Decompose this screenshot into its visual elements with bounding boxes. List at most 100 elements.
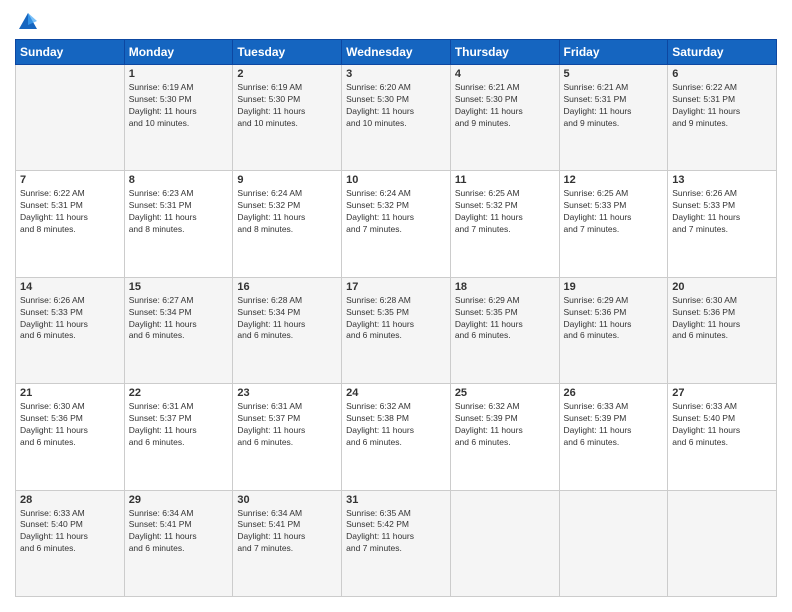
day-number: 9 bbox=[237, 174, 337, 186]
day-cell: 28Sunrise: 6:33 AM Sunset: 5:40 PM Dayli… bbox=[16, 490, 125, 596]
day-number: 18 bbox=[455, 281, 555, 293]
day-number: 21 bbox=[20, 387, 120, 399]
day-info: Sunrise: 6:22 AM Sunset: 5:31 PM Dayligh… bbox=[20, 188, 120, 236]
day-cell: 8 Sunrise: 6:23 AM Sunset: 5:31 PM Daylig… bbox=[124, 171, 233, 277]
day-info: Sunrise: 6:24 AM Sunset: 5:32 PM Dayligh… bbox=[237, 188, 337, 236]
day-cell: 24 Sunrise: 6:32 AM Sunset: 5:38 PM Dayli… bbox=[342, 384, 451, 490]
day-cell: 3 Sunrise: 6:20 AM Sunset: 5:30 PM Daylig… bbox=[342, 65, 451, 171]
day-info: Sunrise: 6:28 AM Sunset: 5:34 PM Dayligh… bbox=[237, 295, 337, 343]
day-cell bbox=[559, 490, 668, 596]
day-number: 2 bbox=[237, 68, 337, 80]
day-cell: 22 Sunrise: 6:31 AM Sunset: 5:37 PM Dayli… bbox=[124, 384, 233, 490]
day-info: Sunrise: 6:34 AM Sunset: 5:41 PM Dayligh… bbox=[237, 508, 337, 556]
day-number: 8 bbox=[129, 174, 229, 186]
day-number: 16 bbox=[237, 281, 337, 293]
day-info: Sunrise: 6:23 AM Sunset: 5:31 PM Dayligh… bbox=[129, 188, 229, 236]
day-cell: 25Sunrise: 6:32 AM Sunset: 5:39 PM Dayli… bbox=[450, 384, 559, 490]
day-number: 6 bbox=[672, 68, 772, 80]
day-number: 22 bbox=[129, 387, 229, 399]
day-cell: 5 Sunrise: 6:21 AM Sunset: 5:31 PM Daylig… bbox=[559, 65, 668, 171]
day-number: 3 bbox=[346, 68, 446, 80]
day-cell: 16 Sunrise: 6:28 AM Sunset: 5:34 PM Dayli… bbox=[233, 277, 342, 383]
day-info: Sunrise: 6:28 AM Sunset: 5:35 PM Dayligh… bbox=[346, 295, 446, 343]
day-info: Sunrise: 6:20 AM Sunset: 5:30 PM Dayligh… bbox=[346, 82, 446, 130]
day-info: Sunrise: 6:34 AM Sunset: 5:41 PM Dayligh… bbox=[129, 508, 229, 556]
day-number: 23 bbox=[237, 387, 337, 399]
day-header-thursday: Thursday bbox=[450, 40, 559, 65]
day-info: Sunrise: 6:21 AM Sunset: 5:31 PM Dayligh… bbox=[564, 82, 664, 130]
day-header-tuesday: Tuesday bbox=[233, 40, 342, 65]
day-info: Sunrise: 6:19 AM Sunset: 5:30 PM Dayligh… bbox=[129, 82, 229, 130]
day-cell: 6 Sunrise: 6:22 AM Sunset: 5:31 PM Daylig… bbox=[668, 65, 777, 171]
header bbox=[15, 15, 777, 29]
day-cell: 7 Sunrise: 6:22 AM Sunset: 5:31 PM Daylig… bbox=[16, 171, 125, 277]
day-cell: 12Sunrise: 6:25 AM Sunset: 5:33 PM Dayli… bbox=[559, 171, 668, 277]
day-number: 24 bbox=[346, 387, 446, 399]
day-info: Sunrise: 6:26 AM Sunset: 5:33 PM Dayligh… bbox=[20, 295, 120, 343]
day-info: Sunrise: 6:19 AM Sunset: 5:30 PM Dayligh… bbox=[237, 82, 337, 130]
day-cell: 20 Sunrise: 6:30 AM Sunset: 5:36 PM Dayli… bbox=[668, 277, 777, 383]
day-info: Sunrise: 6:27 AM Sunset: 5:34 PM Dayligh… bbox=[129, 295, 229, 343]
day-number: 7 bbox=[20, 174, 120, 186]
header-row: SundayMondayTuesdayWednesdayThursdayFrid… bbox=[16, 40, 777, 65]
day-info: Sunrise: 6:33 AM Sunset: 5:39 PM Dayligh… bbox=[564, 401, 664, 449]
day-header-wednesday: Wednesday bbox=[342, 40, 451, 65]
day-cell: 23Sunrise: 6:31 AM Sunset: 5:37 PM Dayli… bbox=[233, 384, 342, 490]
day-header-saturday: Saturday bbox=[668, 40, 777, 65]
day-info: Sunrise: 6:33 AM Sunset: 5:40 PM Dayligh… bbox=[20, 508, 120, 556]
day-cell: 9 Sunrise: 6:24 AM Sunset: 5:32 PM Daylig… bbox=[233, 171, 342, 277]
day-cell: 30 Sunrise: 6:34 AM Sunset: 5:41 PM Dayli… bbox=[233, 490, 342, 596]
day-cell: 1 Sunrise: 6:19 AM Sunset: 5:30 PM Daylig… bbox=[124, 65, 233, 171]
day-info: Sunrise: 6:29 AM Sunset: 5:36 PM Dayligh… bbox=[564, 295, 664, 343]
day-number: 26 bbox=[564, 387, 664, 399]
day-cell bbox=[16, 65, 125, 171]
day-cell: 27Sunrise: 6:33 AM Sunset: 5:40 PM Dayli… bbox=[668, 384, 777, 490]
day-number: 1 bbox=[129, 68, 229, 80]
logo bbox=[15, 15, 39, 29]
day-cell: 17 Sunrise: 6:28 AM Sunset: 5:35 PM Dayli… bbox=[342, 277, 451, 383]
day-cell: 15 Sunrise: 6:27 AM Sunset: 5:34 PM Dayli… bbox=[124, 277, 233, 383]
day-info: Sunrise: 6:32 AM Sunset: 5:38 PM Dayligh… bbox=[346, 401, 446, 449]
day-info: Sunrise: 6:26 AM Sunset: 5:33 PM Dayligh… bbox=[672, 188, 772, 236]
day-cell: 10Sunrise: 6:24 AM Sunset: 5:32 PM Dayli… bbox=[342, 171, 451, 277]
day-number: 5 bbox=[564, 68, 664, 80]
day-cell: 21 Sunrise: 6:30 AM Sunset: 5:36 PM Dayli… bbox=[16, 384, 125, 490]
day-info: Sunrise: 6:33 AM Sunset: 5:40 PM Dayligh… bbox=[672, 401, 772, 449]
day-header-sunday: Sunday bbox=[16, 40, 125, 65]
day-info: Sunrise: 6:30 AM Sunset: 5:36 PM Dayligh… bbox=[672, 295, 772, 343]
day-header-monday: Monday bbox=[124, 40, 233, 65]
week-row-5: 28Sunrise: 6:33 AM Sunset: 5:40 PM Dayli… bbox=[16, 490, 777, 596]
day-number: 12 bbox=[564, 174, 664, 186]
page: SundayMondayTuesdayWednesdayThursdayFrid… bbox=[0, 0, 792, 612]
day-number: 31 bbox=[346, 494, 446, 506]
day-cell bbox=[668, 490, 777, 596]
calendar-body: 1 Sunrise: 6:19 AM Sunset: 5:30 PM Daylig… bbox=[16, 65, 777, 597]
day-info: Sunrise: 6:29 AM Sunset: 5:35 PM Dayligh… bbox=[455, 295, 555, 343]
day-info: Sunrise: 6:21 AM Sunset: 5:30 PM Dayligh… bbox=[455, 82, 555, 130]
week-row-2: 7 Sunrise: 6:22 AM Sunset: 5:31 PM Daylig… bbox=[16, 171, 777, 277]
day-cell: 18 Sunrise: 6:29 AM Sunset: 5:35 PM Dayli… bbox=[450, 277, 559, 383]
week-row-3: 14Sunrise: 6:26 AM Sunset: 5:33 PM Dayli… bbox=[16, 277, 777, 383]
day-cell: 11Sunrise: 6:25 AM Sunset: 5:32 PM Dayli… bbox=[450, 171, 559, 277]
day-cell: 4 Sunrise: 6:21 AM Sunset: 5:30 PM Daylig… bbox=[450, 65, 559, 171]
day-info: Sunrise: 6:31 AM Sunset: 5:37 PM Dayligh… bbox=[129, 401, 229, 449]
day-number: 4 bbox=[455, 68, 555, 80]
day-cell: 2 Sunrise: 6:19 AM Sunset: 5:30 PM Daylig… bbox=[233, 65, 342, 171]
week-row-4: 21 Sunrise: 6:30 AM Sunset: 5:36 PM Dayli… bbox=[16, 384, 777, 490]
day-number: 15 bbox=[129, 281, 229, 293]
day-info: Sunrise: 6:22 AM Sunset: 5:31 PM Dayligh… bbox=[672, 82, 772, 130]
day-number: 17 bbox=[346, 281, 446, 293]
day-number: 13 bbox=[672, 174, 772, 186]
day-cell bbox=[450, 490, 559, 596]
day-info: Sunrise: 6:25 AM Sunset: 5:32 PM Dayligh… bbox=[455, 188, 555, 236]
day-header-friday: Friday bbox=[559, 40, 668, 65]
day-number: 10 bbox=[346, 174, 446, 186]
day-info: Sunrise: 6:30 AM Sunset: 5:36 PM Dayligh… bbox=[20, 401, 120, 449]
day-number: 20 bbox=[672, 281, 772, 293]
day-number: 25 bbox=[455, 387, 555, 399]
calendar-header: SundayMondayTuesdayWednesdayThursdayFrid… bbox=[16, 40, 777, 65]
day-number: 30 bbox=[237, 494, 337, 506]
week-row-1: 1 Sunrise: 6:19 AM Sunset: 5:30 PM Daylig… bbox=[16, 65, 777, 171]
day-number: 29 bbox=[129, 494, 229, 506]
day-cell: 13 Sunrise: 6:26 AM Sunset: 5:33 PM Dayli… bbox=[668, 171, 777, 277]
